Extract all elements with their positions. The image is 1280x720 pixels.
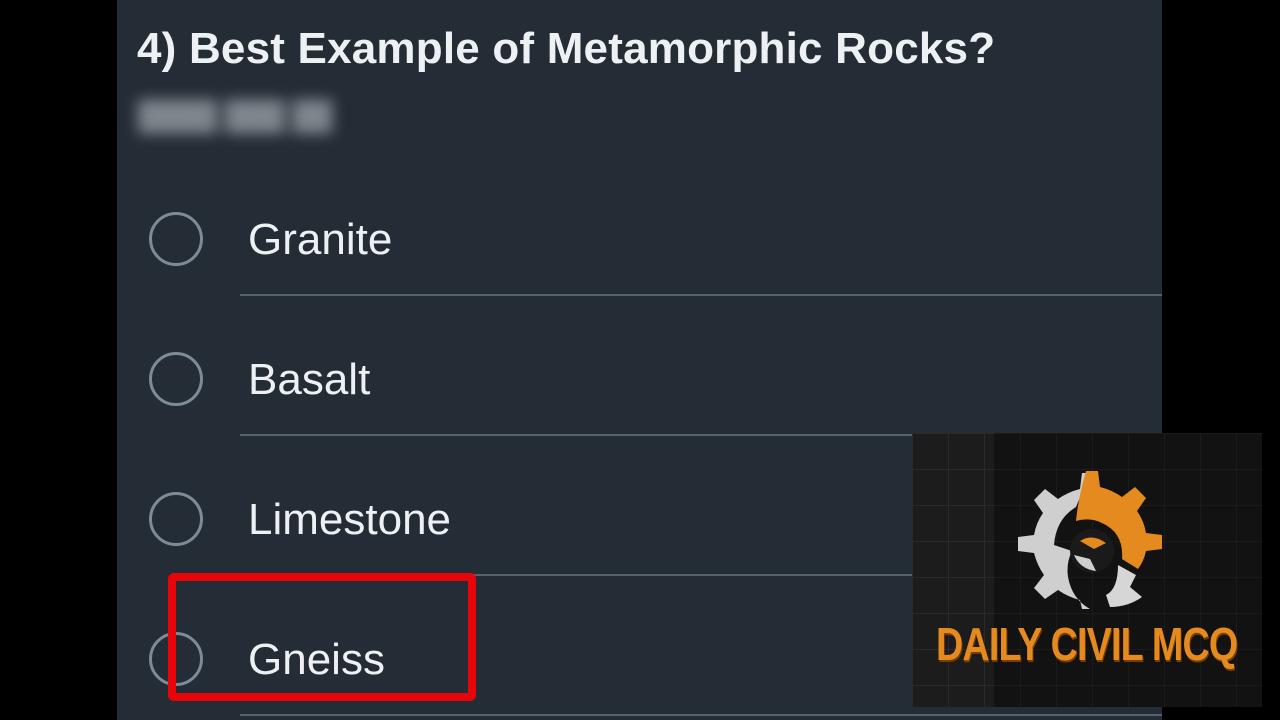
answer-highlight-box [168, 573, 476, 701]
channel-logo-overlay: DAILY CIVIL MCQ [912, 433, 1262, 707]
blurred-subtext: ████ ███ ██ [138, 100, 333, 131]
option-basalt[interactable]: Basalt [117, 295, 1162, 435]
radio-button[interactable] [149, 492, 203, 546]
option-granite[interactable]: Granite [117, 155, 1162, 295]
gear-icon [1018, 471, 1162, 609]
option-label: Basalt [248, 355, 371, 404]
brand-name: DAILY CIVIL MCQ [936, 618, 1238, 670]
option-label: Limestone [248, 495, 452, 544]
option-label: Granite [248, 215, 393, 264]
divider [240, 714, 1162, 716]
question-title: 4) Best Example of Metamorphic Rocks? [137, 24, 996, 73]
video-frame: 4) Best Example of Metamorphic Rocks? ██… [0, 0, 1280, 720]
radio-button[interactable] [149, 212, 203, 266]
radio-button[interactable] [149, 352, 203, 406]
